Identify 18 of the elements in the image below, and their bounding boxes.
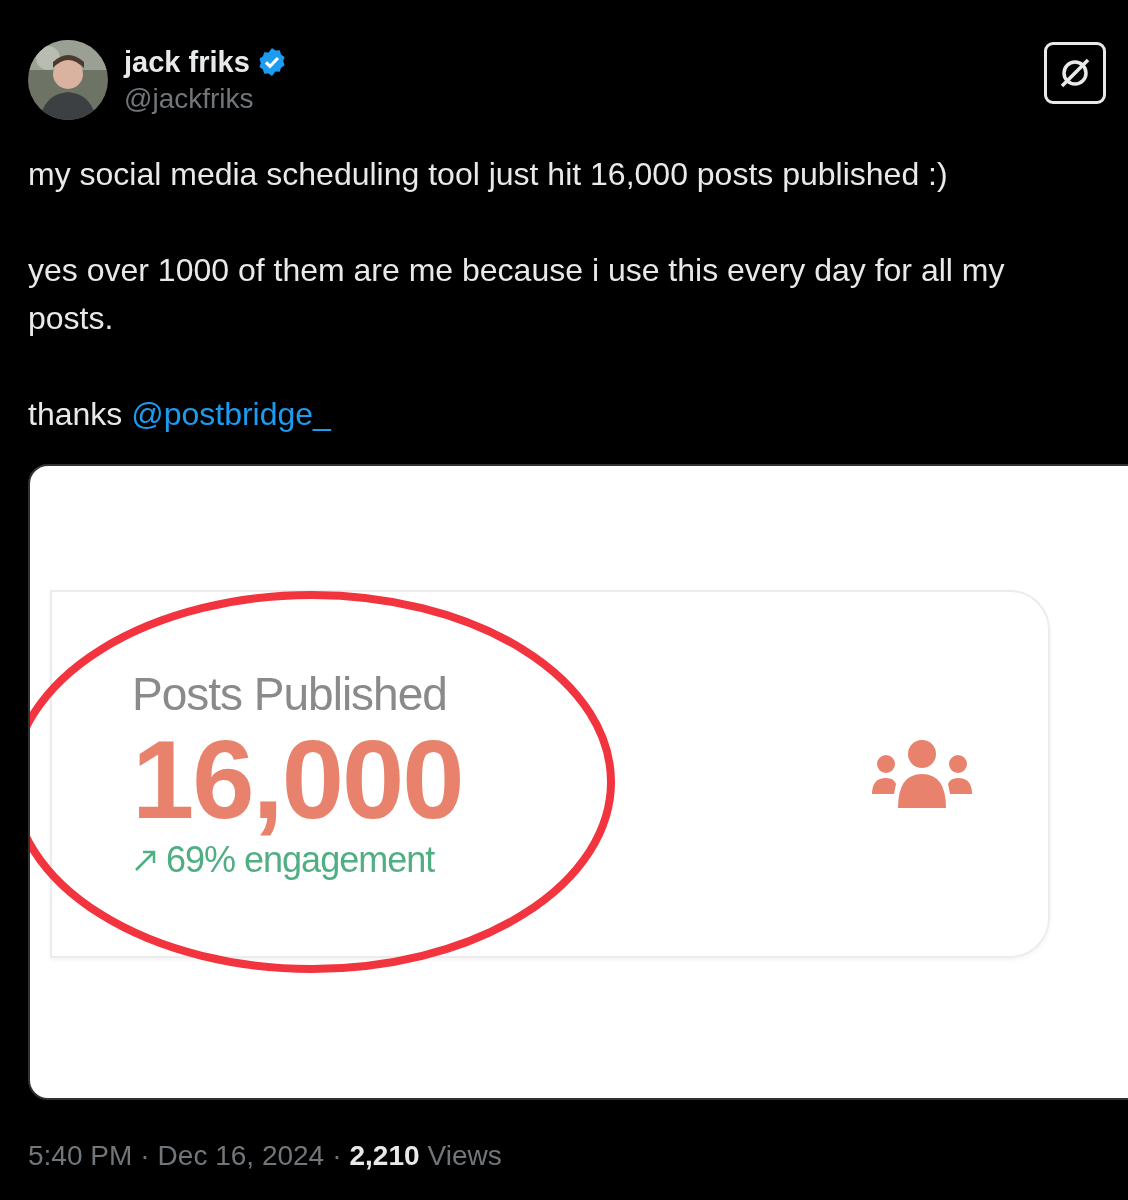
tweet-text: yes over 1000 of them are me because i use this every day for all my posts. — [28, 251, 1006, 338]
post-time[interactable]: 5:40 PM — [28, 1140, 133, 1172]
stat-label: Posts Published — [132, 667, 448, 722]
author-handle[interactable]: @jackfriks — [124, 82, 1028, 115]
views-label: Views — [427, 1140, 502, 1172]
tweet-text: my social media scheduling tool just hit 16,000 posts published :) — [28, 155, 949, 194]
screenshot-image[interactable]: Posts Published 16,000 69% engagement — [28, 464, 1128, 1100]
tweet-text: thanks @postbridge_ — [28, 395, 332, 434]
users-icon — [870, 738, 974, 810]
grok-button[interactable] — [1044, 42, 1106, 104]
separator-dot: · — [140, 1140, 150, 1172]
author-name[interactable]: jack friks — [124, 45, 250, 79]
views-count: 2,210 — [349, 1140, 420, 1172]
mention-link[interactable]: @postbridge_ — [131, 396, 331, 432]
stat-value: 16,000 — [132, 721, 464, 839]
post-date[interactable]: Dec 16, 2024 — [157, 1140, 325, 1172]
stat-trend: 69% engagement — [166, 838, 435, 881]
separator-dot: · — [332, 1140, 342, 1172]
